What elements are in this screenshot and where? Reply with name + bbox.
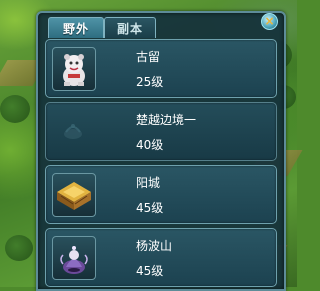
map-tree xyxy=(5,235,33,261)
golden-pavilion-icon xyxy=(52,173,96,217)
location-level: 40级 xyxy=(136,138,164,152)
purple-spirit-icon xyxy=(52,236,96,280)
list-item[interactable]: 杨波山 45级 xyxy=(45,228,277,287)
location-name: 古留 xyxy=(136,50,161,64)
list-item[interactable]: 古留 25级 xyxy=(45,39,277,98)
location-name: 楚越边境一 xyxy=(136,113,197,127)
map-select-panel: 野外 副本 × 古留 25级 楚越边境一 40级 阳城 45级 杨波山 45级 xyxy=(36,11,286,291)
location-level: 25级 xyxy=(136,75,164,89)
location-name: 杨波山 xyxy=(136,239,173,253)
tab-dungeon[interactable]: 副本 xyxy=(104,17,156,38)
faded-crest-icon xyxy=(52,110,94,152)
location-name: 阳城 xyxy=(136,176,161,190)
white-tiger-beast-icon xyxy=(52,47,96,91)
list-item[interactable]: 阳城 45级 xyxy=(45,165,277,224)
location-level: 45级 xyxy=(136,201,164,215)
close-icon[interactable]: × xyxy=(261,13,278,30)
tab-wild[interactable]: 野外 xyxy=(48,17,104,38)
list-item[interactable]: 楚越边境一 40级 xyxy=(45,102,277,161)
location-level: 45级 xyxy=(136,264,164,278)
map-tree xyxy=(0,95,30,123)
